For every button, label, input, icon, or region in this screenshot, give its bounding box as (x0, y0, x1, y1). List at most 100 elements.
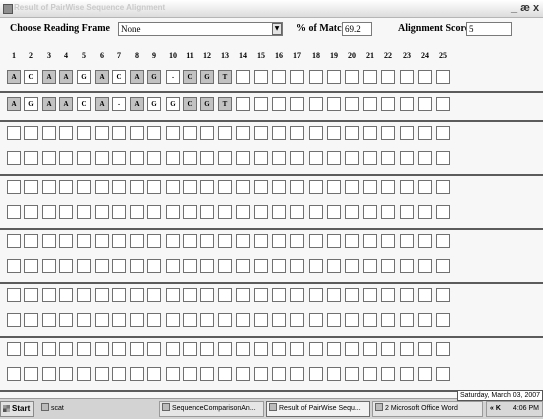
empty-alignment-cell[interactable] (272, 313, 286, 327)
sequence1-base-cell[interactable]: G (77, 70, 91, 84)
empty-alignment-cell[interactable] (166, 180, 180, 194)
empty-alignment-cell[interactable] (7, 234, 21, 248)
empty-alignment-cell[interactable] (200, 288, 214, 302)
empty-alignment-cell[interactable] (236, 288, 250, 302)
empty-alignment-cell[interactable] (183, 205, 197, 219)
sequence1-base-cell[interactable]: C (183, 70, 197, 84)
empty-alignment-cell[interactable] (309, 342, 323, 356)
empty-alignment-cell[interactable] (436, 126, 450, 140)
empty-alignment-cell[interactable] (327, 259, 341, 273)
empty-alignment-cell[interactable] (363, 342, 377, 356)
sequence2-base-cell[interactable]: C (77, 97, 91, 111)
empty-alignment-cell[interactable] (95, 259, 109, 273)
empty-alignment-cell[interactable] (254, 234, 268, 248)
empty-alignment-cell[interactable] (400, 70, 414, 84)
empty-alignment-cell[interactable] (112, 205, 126, 219)
empty-alignment-cell[interactable] (147, 180, 161, 194)
empty-alignment-cell[interactable] (309, 313, 323, 327)
empty-alignment-cell[interactable] (381, 126, 395, 140)
empty-alignment-cell[interactable] (236, 234, 250, 248)
empty-alignment-cell[interactable] (254, 126, 268, 140)
empty-alignment-cell[interactable] (183, 259, 197, 273)
empty-alignment-cell[interactable] (166, 288, 180, 302)
empty-alignment-cell[interactable] (327, 205, 341, 219)
empty-alignment-cell[interactable] (236, 126, 250, 140)
taskbar-item-pairwise-result[interactable]: Result of PairWise Sequ... (266, 401, 370, 417)
empty-alignment-cell[interactable] (363, 259, 377, 273)
empty-alignment-cell[interactable] (363, 313, 377, 327)
empty-alignment-cell[interactable] (183, 126, 197, 140)
empty-alignment-cell[interactable] (436, 151, 450, 165)
empty-alignment-cell[interactable] (77, 234, 91, 248)
empty-alignment-cell[interactable] (112, 313, 126, 327)
empty-alignment-cell[interactable] (42, 259, 56, 273)
empty-alignment-cell[interactable] (166, 151, 180, 165)
empty-alignment-cell[interactable] (418, 151, 432, 165)
empty-alignment-cell[interactable] (42, 205, 56, 219)
empty-alignment-cell[interactable] (290, 205, 304, 219)
empty-alignment-cell[interactable] (363, 367, 377, 381)
sequence1-base-cell[interactable]: A (42, 70, 56, 84)
empty-alignment-cell[interactable] (418, 97, 432, 111)
empty-alignment-cell[interactable] (95, 180, 109, 194)
empty-alignment-cell[interactable] (200, 151, 214, 165)
empty-alignment-cell[interactable] (42, 151, 56, 165)
empty-alignment-cell[interactable] (418, 126, 432, 140)
empty-alignment-cell[interactable] (345, 234, 359, 248)
empty-alignment-cell[interactable] (327, 313, 341, 327)
empty-alignment-cell[interactable] (400, 367, 414, 381)
empty-alignment-cell[interactable] (363, 205, 377, 219)
empty-alignment-cell[interactable] (59, 367, 73, 381)
empty-alignment-cell[interactable] (95, 288, 109, 302)
empty-alignment-cell[interactable] (166, 234, 180, 248)
sequence2-base-cell[interactable]: G (200, 97, 214, 111)
empty-alignment-cell[interactable] (218, 342, 232, 356)
empty-alignment-cell[interactable] (130, 151, 144, 165)
start-button[interactable]: Start (0, 401, 34, 417)
sequence1-base-cell[interactable]: C (24, 70, 38, 84)
empty-alignment-cell[interactable] (112, 342, 126, 356)
empty-alignment-cell[interactable] (77, 151, 91, 165)
empty-alignment-cell[interactable] (147, 259, 161, 273)
empty-alignment-cell[interactable] (436, 313, 450, 327)
empty-alignment-cell[interactable] (436, 342, 450, 356)
empty-alignment-cell[interactable] (130, 367, 144, 381)
empty-alignment-cell[interactable] (381, 205, 395, 219)
sequence1-base-cell[interactable]: A (95, 70, 109, 84)
empty-alignment-cell[interactable] (42, 313, 56, 327)
empty-alignment-cell[interactable] (218, 205, 232, 219)
empty-alignment-cell[interactable] (77, 126, 91, 140)
empty-alignment-cell[interactable] (112, 180, 126, 194)
sequence1-base-cell[interactable]: G (147, 70, 161, 84)
empty-alignment-cell[interactable] (272, 234, 286, 248)
empty-alignment-cell[interactable] (95, 313, 109, 327)
empty-alignment-cell[interactable] (381, 151, 395, 165)
empty-alignment-cell[interactable] (254, 70, 268, 84)
empty-alignment-cell[interactable] (130, 234, 144, 248)
empty-alignment-cell[interactable] (166, 205, 180, 219)
sequence2-base-cell[interactable]: A (59, 97, 73, 111)
empty-alignment-cell[interactable] (7, 313, 21, 327)
empty-alignment-cell[interactable] (381, 97, 395, 111)
sequence1-base-cell[interactable]: T (218, 70, 232, 84)
empty-alignment-cell[interactable] (7, 151, 21, 165)
empty-alignment-cell[interactable] (24, 151, 38, 165)
empty-alignment-cell[interactable] (147, 126, 161, 140)
empty-alignment-cell[interactable] (77, 205, 91, 219)
empty-alignment-cell[interactable] (236, 97, 250, 111)
empty-alignment-cell[interactable] (24, 288, 38, 302)
empty-alignment-cell[interactable] (418, 288, 432, 302)
empty-alignment-cell[interactable] (345, 313, 359, 327)
empty-alignment-cell[interactable] (24, 126, 38, 140)
empty-alignment-cell[interactable] (77, 367, 91, 381)
reading-frame-select[interactable]: None (118, 22, 283, 36)
empty-alignment-cell[interactable] (363, 234, 377, 248)
minimize-button[interactable]: _ (509, 1, 519, 15)
empty-alignment-cell[interactable] (272, 205, 286, 219)
empty-alignment-cell[interactable] (345, 151, 359, 165)
empty-alignment-cell[interactable] (236, 205, 250, 219)
empty-alignment-cell[interactable] (147, 313, 161, 327)
empty-alignment-cell[interactable] (183, 367, 197, 381)
taskbar-item-sequence-comparison[interactable]: SequenceComparisonAn... (159, 401, 264, 417)
empty-alignment-cell[interactable] (59, 151, 73, 165)
